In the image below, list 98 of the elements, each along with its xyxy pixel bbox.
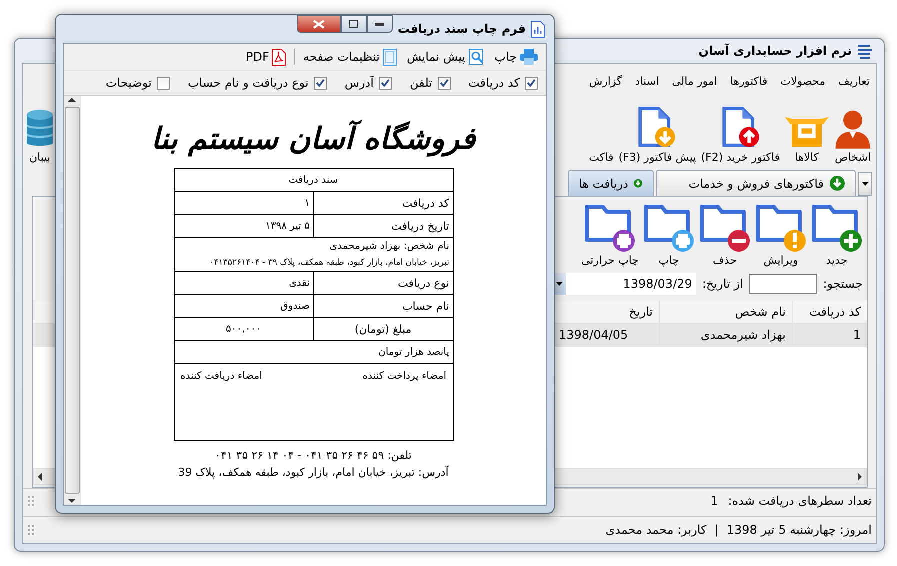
checkbox[interactable] bbox=[156, 76, 170, 90]
window-title: نرم افزار حسابداری آسان bbox=[698, 44, 852, 58]
document-upload-icon bbox=[720, 107, 761, 149]
field-value: ۵ تیر ۱۳۹۸ bbox=[264, 220, 311, 234]
user-name: کاربر: محمد محمدی bbox=[606, 523, 707, 537]
ribbon-button[interactable]: اشخاص bbox=[834, 109, 872, 164]
caret-icon bbox=[862, 182, 868, 186]
scroll-thumb[interactable] bbox=[64, 107, 80, 494]
ribbon-button[interactable]: فاکت bbox=[589, 151, 614, 164]
dialog-title: فرم چاپ سند دریافت bbox=[398, 22, 526, 36]
field-label: تاریخ دریافت bbox=[313, 215, 452, 237]
menu-item[interactable]: گزارش bbox=[589, 74, 622, 88]
amount-in-words: پانصد هزار تومان bbox=[378, 346, 450, 360]
date-field[interactable]: 1398/03/29 bbox=[552, 273, 696, 295]
pdf-icon bbox=[272, 48, 286, 66]
ribbon-button[interactable]: بیبان bbox=[27, 109, 53, 164]
ribbon-button[interactable]: کالاها bbox=[785, 110, 829, 164]
magnifier-icon bbox=[468, 49, 485, 65]
option-checkbox[interactable]: تلفن bbox=[410, 76, 451, 90]
toolbar-button[interactable]: چاپ bbox=[643, 203, 695, 267]
search-field[interactable] bbox=[749, 274, 818, 294]
column-header[interactable]: کد دریافت bbox=[792, 301, 867, 323]
signature-label: امضاء پرداخت کننده bbox=[362, 370, 448, 384]
close-icon bbox=[312, 20, 325, 28]
minimize-icon bbox=[375, 22, 384, 26]
tab-list-button[interactable] bbox=[858, 172, 872, 196]
checkbox[interactable] bbox=[438, 76, 451, 90]
field-value: صندوق bbox=[280, 300, 311, 314]
restore-icon bbox=[349, 20, 358, 28]
toolbar-button[interactable]: تنظیمات صفحه bbox=[301, 48, 399, 66]
field-label: مبلغ (تومان) bbox=[313, 318, 452, 340]
check-icon bbox=[316, 79, 325, 87]
menu-item[interactable]: تعاریف bbox=[838, 74, 870, 88]
scroll-up-icon bbox=[68, 96, 76, 104]
option-checkbox[interactable]: توضیحات bbox=[106, 76, 170, 90]
person-name: نام شخص: بهزاد شیرمحمدی bbox=[328, 240, 450, 254]
page-icon bbox=[382, 48, 397, 66]
field-value: ۱ bbox=[304, 196, 311, 210]
column-header[interactable]: نام شخص bbox=[659, 301, 792, 323]
table-cell: 1 bbox=[792, 324, 867, 346]
row-count: 1 bbox=[710, 494, 718, 508]
ribbon-button[interactable]: پیش فاکتور (F3) bbox=[618, 107, 696, 164]
menu-item[interactable]: امور مالی bbox=[672, 74, 718, 88]
scroll-down-icon bbox=[68, 497, 76, 505]
status-separator: | bbox=[714, 523, 719, 537]
receipt-heading: سند دریافت bbox=[288, 174, 340, 188]
database-icon bbox=[27, 109, 53, 149]
check-icon bbox=[440, 79, 449, 87]
close-button[interactable] bbox=[296, 15, 341, 33]
toolbar-button[interactable]: حذف bbox=[699, 203, 751, 267]
minimize-button[interactable] bbox=[366, 15, 393, 33]
field-value: ۵۰۰,۰۰۰ bbox=[225, 322, 262, 336]
checkbox[interactable] bbox=[525, 76, 538, 90]
download-icon bbox=[830, 176, 845, 191]
tab[interactable]: دریافت ها bbox=[568, 170, 654, 196]
from-date-label: از تاریخ: bbox=[702, 277, 744, 291]
menu-item[interactable]: اسناد bbox=[635, 74, 660, 88]
menu-item[interactable]: فاکتورها bbox=[730, 74, 768, 88]
store-phone: تلفن: ۵۹ ۴۶ ۲۶ ۳۵ ۰۴۱ - ۰۴ ۱۴ ۲۶ ۳۵ ۰۴۱ bbox=[215, 449, 412, 462]
person-address: تبریز، خیابان امام، بازار کبود، طبقه همکف، پلاک ۳۹ - ۰۴۱۳۵۲۶۱۴۰۴ bbox=[208, 257, 450, 270]
toolbar-button[interactable]: چاپ حرارتی bbox=[582, 203, 639, 267]
option-checkbox[interactable]: کد دریافت bbox=[468, 76, 538, 90]
option-checkbox[interactable]: نوع دریافت و نام حساب bbox=[188, 76, 327, 90]
check-icon bbox=[380, 79, 390, 87]
grip-icon bbox=[27, 525, 35, 535]
option-checkbox[interactable]: آدرس bbox=[344, 76, 392, 90]
row-count-label: تعداد سطرهای دریافت شده: bbox=[728, 494, 872, 508]
search-label: جستجو: bbox=[823, 277, 863, 291]
toolbar-button[interactable]: جدید bbox=[811, 203, 863, 267]
report-icon bbox=[531, 20, 545, 38]
app-logo-icon bbox=[857, 43, 873, 59]
maximize-button[interactable] bbox=[340, 15, 367, 33]
signature-label: امضاء دریافت کننده bbox=[180, 370, 264, 384]
today-date: امروز: چهارشنبه 5 تیر 1398 bbox=[726, 523, 872, 537]
checkbox[interactable] bbox=[378, 76, 392, 90]
store-name: فروشگاه آسان سیستم بنا bbox=[151, 118, 476, 159]
caret-icon bbox=[556, 282, 563, 286]
toolbar-button[interactable]: ویرایش bbox=[755, 203, 807, 267]
ribbon-button[interactable]: فاکتور خرید (F2) bbox=[701, 107, 780, 164]
field-label: نوع دریافت bbox=[313, 272, 452, 294]
document-download-icon bbox=[637, 107, 678, 149]
store-address: آدرس: تبریز، خیابان امام، بازار کبود، طبقه همکف، پلاک 39 bbox=[178, 466, 449, 479]
tab[interactable]: فاکتورهای فروش و خدمات bbox=[656, 170, 856, 196]
vertical-scrollbar[interactable] bbox=[64, 96, 81, 505]
toolbar-button[interactable]: پیش نمایش bbox=[404, 49, 487, 65]
check-icon bbox=[527, 79, 536, 87]
field-label: کد دریافت bbox=[313, 192, 452, 214]
table-cell: بهزاد شیرمحمدی bbox=[659, 324, 792, 346]
toolbar-button[interactable]: PDF bbox=[244, 48, 288, 66]
printer-icon bbox=[520, 49, 538, 65]
person-icon bbox=[834, 109, 872, 149]
toolbar-button[interactable]: چاپ bbox=[492, 49, 540, 65]
download-icon bbox=[634, 176, 643, 191]
menu-item[interactable]: محصولات bbox=[780, 74, 826, 88]
field-value: نقدی bbox=[288, 276, 311, 290]
grip-icon bbox=[27, 496, 35, 506]
checkbox[interactable] bbox=[314, 76, 327, 90]
field-label: نام حساب bbox=[313, 295, 452, 317]
